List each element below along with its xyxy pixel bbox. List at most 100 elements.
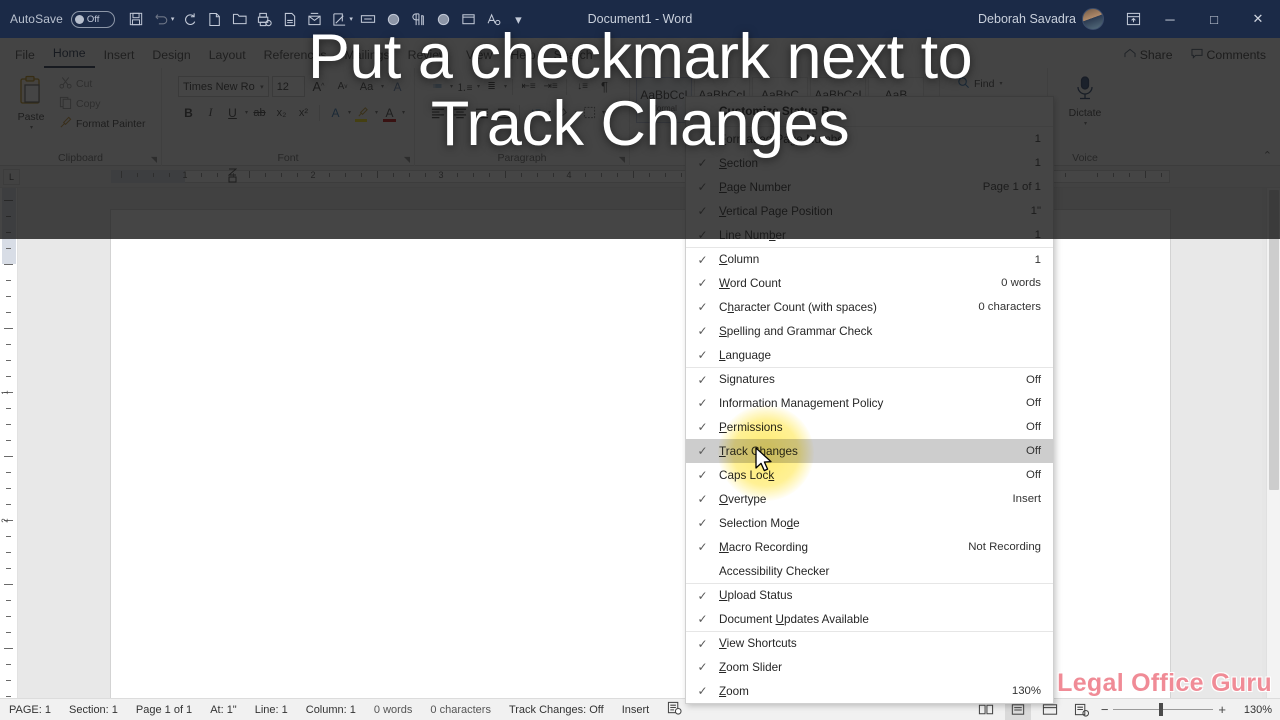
horizontal-ruler[interactable]: L 1234567 (0, 166, 1280, 188)
tab-view[interactable]: View (457, 44, 501, 68)
tab-stop-selector[interactable]: L (3, 169, 20, 185)
zoom-track[interactable] (1113, 703, 1214, 716)
font-color-caret[interactable]: ▾ (402, 109, 405, 116)
menu-item-page-number[interactable]: ✓ Page Number Page 1 of 1 (686, 175, 1053, 199)
change-case-caret[interactable]: ▾ (381, 83, 384, 90)
tab-help[interactable]: Help (501, 44, 544, 68)
minimize-button[interactable]: ─ (1148, 0, 1192, 38)
menu-item-zoom[interactable]: ✓ Zoom 130% (686, 679, 1053, 703)
line-spacing-button[interactable]: ↕≡ (525, 102, 546, 123)
close-button[interactable]: ✕ (1236, 0, 1280, 38)
status-page[interactable]: PAGE: 1 (0, 704, 60, 716)
tab-file[interactable]: File (6, 44, 44, 68)
zoom-slider[interactable]: − + (1101, 702, 1226, 717)
text-effects-button[interactable]: A (325, 102, 346, 123)
menu-item-vertical-page-position[interactable]: ✓ Vertical Page Position 1" (686, 199, 1053, 223)
grow-font-button[interactable]: A ^ (308, 76, 329, 97)
tab-search[interactable]: Search (545, 44, 602, 68)
cut-button[interactable]: Cut (56, 75, 148, 92)
menu-item-caps-lock[interactable]: ✓ Caps Lock Off (686, 463, 1053, 487)
quick-access-toolbar[interactable]: AutoSave Off ▾ ▾ ▾ (0, 7, 530, 31)
context-menu-items[interactable]: ✓ Formatted Page Number 1 ✓ Section 1 ✓ Page Nu… (686, 127, 1053, 703)
undo-icon[interactable] (150, 7, 173, 31)
record-icon[interactable] (382, 7, 405, 31)
menu-item-view-shortcuts[interactable]: ✓ View Shortcuts (686, 631, 1053, 655)
zoom-out-button[interactable]: − (1101, 702, 1109, 717)
autosave-toggle[interactable]: Off (70, 10, 115, 28)
bullets-button[interactable]: ≔ (427, 76, 448, 97)
clipboard-dialog-launcher[interactable]: ◥ (151, 155, 157, 164)
zoom-thumb[interactable] (1159, 703, 1164, 716)
shading-caret[interactable]: ▾ (575, 109, 578, 116)
vertical-ruler[interactable]: 12 (0, 188, 18, 700)
accessibility-icon[interactable] (1069, 700, 1095, 720)
sort-button[interactable]: ↓≡ (572, 76, 593, 97)
align-left-button[interactable] (427, 102, 448, 123)
menu-item-overtype[interactable]: ✓ Overtype Insert (686, 487, 1053, 511)
strikethrough-button[interactable]: ab (249, 102, 270, 123)
menu-item-language[interactable]: ✓ Language (686, 343, 1053, 367)
track-changes-dropdown-caret[interactable]: ▾ (349, 15, 353, 23)
account-name[interactable]: Deborah Savadra (978, 12, 1076, 26)
tab-insert[interactable]: Insert (95, 44, 144, 68)
font-dialog-launcher[interactable]: ◥ (404, 155, 410, 164)
increase-indent-button[interactable]: ⇥≡ (540, 76, 561, 97)
indent-marker-icon[interactable] (227, 168, 238, 184)
tab-review[interactable]: Review (399, 44, 457, 68)
underline-caret[interactable]: ▾ (245, 109, 248, 116)
status-line[interactable]: Line: 1 (246, 704, 297, 716)
superscript-button[interactable]: x² (293, 102, 314, 123)
comments-button[interactable]: Comments (1182, 44, 1280, 68)
text-effects-caret[interactable]: ▾ (348, 109, 351, 116)
share-button[interactable]: Share (1115, 44, 1182, 68)
status-character-count[interactable]: 0 characters (421, 704, 500, 716)
menu-item-upload-status[interactable]: ✓ Upload Status (686, 583, 1053, 607)
format-painter-button[interactable]: Format Painter (56, 115, 148, 132)
style-normal[interactable]: AaBbCcI Normal (636, 77, 692, 123)
menu-item-line-number[interactable]: ✓ Line Number 1 (686, 223, 1053, 247)
decrease-indent-button[interactable]: ⇤≡ (518, 76, 539, 97)
clear-formatting-icon[interactable]: A (387, 76, 408, 97)
tab-layout[interactable]: Layout (200, 44, 255, 68)
paste-button[interactable]: Paste ▾ (6, 71, 56, 131)
highlight-caret[interactable]: ▾ (375, 109, 378, 116)
font-color-button[interactable]: A (379, 102, 400, 123)
status-page-number[interactable]: Page 1 of 1 (127, 704, 201, 716)
change-case-button[interactable]: Aa (356, 76, 377, 97)
borders-button[interactable] (579, 102, 600, 123)
menu-item-column[interactable]: ✓ Column 1 (686, 247, 1053, 271)
bold-button[interactable]: B (178, 102, 199, 123)
borders-caret[interactable]: ▾ (602, 109, 605, 116)
numbering-caret[interactable]: ▾ (477, 83, 480, 90)
maximize-button[interactable]: □ (1192, 0, 1236, 38)
find-caret[interactable]: ▾ (999, 80, 1002, 87)
status-section[interactable]: Section: 1 (60, 704, 127, 716)
dictate-caret[interactable]: ▾ (1084, 120, 1087, 127)
print-preview-icon[interactable] (253, 7, 276, 31)
menu-item-accessibility-checker[interactable]: Accessibility Checker (686, 559, 1053, 583)
copy-button[interactable]: Copy (56, 95, 148, 112)
vertical-scrollbar[interactable] (1266, 188, 1280, 700)
find-button[interactable]: Find ▾ (954, 75, 1041, 92)
folder-icon[interactable] (457, 7, 480, 31)
menu-item-signatures[interactable]: ✓ Signatures Off (686, 367, 1053, 391)
menu-item-formatted-page-number[interactable]: ✓ Formatted Page Number 1 (686, 127, 1053, 151)
subscript-button[interactable]: x₂ (271, 102, 292, 123)
menu-item-section[interactable]: ✓ Section 1 (686, 151, 1053, 175)
shading-button[interactable] (552, 102, 573, 123)
text-highlight-color-button[interactable] (352, 102, 373, 123)
status-track-changes[interactable]: Track Changes: Off (500, 704, 613, 716)
multilevel-list-button[interactable]: ≣ (481, 76, 502, 97)
tab-design[interactable]: Design (143, 44, 199, 68)
justify-button[interactable] (493, 102, 514, 123)
zoom-in-button[interactable]: + (1218, 702, 1226, 717)
menu-item-selection-mode[interactable]: ✓ Selection Mode (686, 511, 1053, 535)
open-folder-icon[interactable] (228, 7, 251, 31)
text-box-icon[interactable] (357, 7, 380, 31)
font-size-combobox[interactable]: 12 (271, 76, 305, 97)
more-commands-icon[interactable]: ▾ (507, 7, 530, 31)
font-icon[interactable] (482, 7, 505, 31)
document-canvas[interactable] (18, 188, 1262, 720)
menu-item-macro-recording[interactable]: ✓ Macro Recording Not Recording (686, 535, 1053, 559)
record2-icon[interactable] (432, 7, 455, 31)
